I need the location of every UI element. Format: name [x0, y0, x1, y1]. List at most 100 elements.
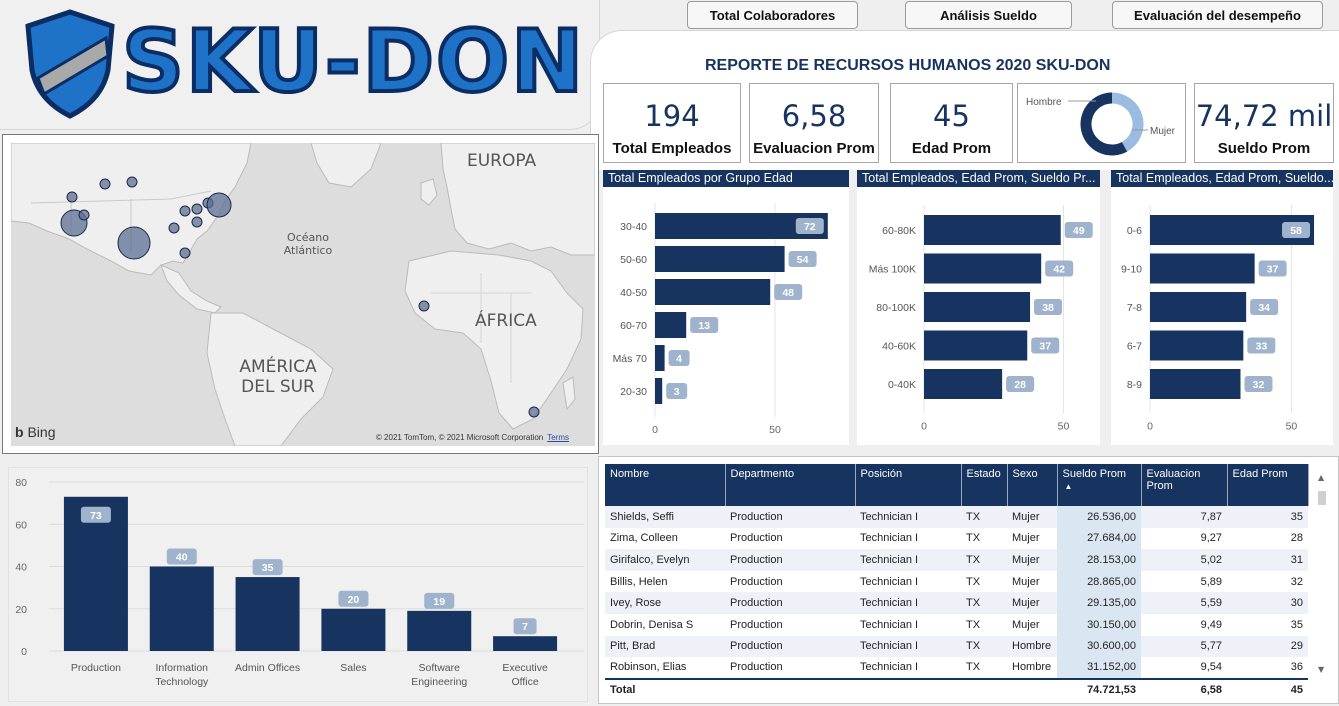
category-label: 80-100K [876, 302, 916, 314]
bing-logo: b Bing [15, 424, 55, 440]
table-cell: TX [961, 592, 1007, 614]
bar[interactable] [1150, 292, 1247, 322]
chart-edad-panel: Total Empleados por Grupo Edad 0 50 30-40 7… [603, 170, 849, 445]
bar[interactable] [1150, 330, 1244, 361]
table-cell: Technician I [855, 570, 961, 593]
column-header-nombre[interactable]: Nombre [605, 464, 726, 506]
total-cell: 6,58 [1141, 677, 1227, 701]
table-cell: Production [725, 527, 855, 550]
employee-table-panel: Nombre Departmento Posición Estado Sexo … [598, 456, 1339, 704]
table-row[interactable]: Girifalco, Evelyn Production Technician IT… [605, 549, 1308, 571]
total-cell [855, 677, 961, 701]
table-cell: Mujer [1007, 527, 1057, 550]
bar[interactable] [655, 279, 771, 305]
table-cell: 5,02 [1141, 549, 1227, 571]
map-label-oceano: Océano Atlántico [283, 231, 333, 257]
x-tick-label: 0 [652, 424, 658, 436]
y-tick-label: 60 [15, 519, 27, 531]
table-row[interactable]: Dobrin, Denisa S Production Technician I TX… [605, 613, 1308, 636]
nav-button-evaluacion-desempeno[interactable]: Evaluación del desempeño [1112, 1, 1323, 29]
x-tick-label: 0 [1147, 421, 1153, 433]
table-row[interactable]: Pitt, Brad Production Technician I TX Hombre… [605, 635, 1308, 658]
table-cell: 9,27 [1141, 527, 1227, 550]
bar[interactable] [655, 378, 663, 404]
map-terms-link[interactable]: Terms [547, 433, 569, 442]
kpi-edad-prom[interactable]: 45 Edad Prom [890, 83, 1013, 163]
kpi-evaluacion-prom[interactable]: 6,58 Evaluacion Prom [749, 83, 879, 163]
bar[interactable] [655, 345, 665, 371]
data-label: 73 [90, 510, 102, 522]
data-label: 32 [1253, 379, 1265, 391]
column-header-edad-prom[interactable]: Edad Prom [1227, 464, 1309, 506]
column-header-evaluacion-prom[interactable]: Evaluacion Prom [1141, 464, 1228, 506]
data-label: 38 [1042, 302, 1054, 314]
scroll-down-icon[interactable]: ▼ [1318, 665, 1324, 674]
table-cell: Production [725, 613, 855, 636]
table-cell: 27.684,00 [1057, 527, 1141, 550]
bar[interactable] [655, 246, 785, 272]
gender-donut-card[interactable]: Hombre Mujer [1017, 83, 1186, 163]
x-tick-label: 0 [921, 421, 927, 433]
table-scrollbar[interactable]: ▲ ▼ [1318, 473, 1326, 674]
bar[interactable] [924, 369, 1003, 399]
donut-slice [1080, 92, 1128, 156]
table-cell: Billis, Helen [605, 570, 725, 593]
column-header-posicion[interactable]: Posición [855, 464, 962, 506]
column-header-sueldo-prom[interactable]: Sueldo Prom ▲ [1057, 464, 1142, 506]
world-map[interactable]: EUROPA Océano Atlántico ÁFRICA AMÉRICA D… [11, 143, 595, 446]
chart-empleados-evaluacion[interactable]: 0 50 0-6 58 9-10 37 7-8 34 6-7 33 8-9 32 [1111, 187, 1333, 445]
table-cell: 26.536,00 [1057, 506, 1141, 528]
data-label: 72 [804, 221, 816, 233]
table-cell: Zima, Colleen [605, 527, 725, 550]
category-label: Information [155, 662, 208, 674]
bar[interactable] [924, 215, 1061, 245]
category-label: Executive [502, 662, 548, 674]
bar[interactable] [1150, 369, 1241, 399]
bar[interactable] [149, 566, 214, 652]
chart-empleados-grupo-edad[interactable]: 0 50 30-40 72 50-60 54 40-50 48 60-70 13 Más 70 4 20… [603, 187, 849, 445]
table-row[interactable]: Zima, Colleen Production Technician I TX Muj… [605, 527, 1308, 550]
chart-empleados-sueldo[interactable]: 0 50 60-80K 49 Más 100K 42 80-100K 38 40-60K 37 0-… [857, 187, 1100, 445]
bar[interactable] [407, 610, 472, 651]
bar[interactable] [1150, 253, 1255, 284]
kpi-total-empleados[interactable]: 194 Total Empleados [603, 83, 741, 163]
category-label: 60-70 [620, 320, 647, 332]
table-row[interactable]: Billis, Helen Production Technician I TX Muj… [605, 570, 1308, 593]
category-label: 30-40 [620, 221, 647, 233]
table-row[interactable]: Robinson, Elias Production Technician I TX H… [605, 657, 1308, 679]
chart-title: Total Empleados por Grupo Edad [603, 170, 849, 187]
bar[interactable] [924, 330, 1028, 361]
table-row[interactable]: Shields, Seffi Production Technician I TX Mu… [605, 506, 1308, 528]
column-header-departmento[interactable]: Departmento [725, 464, 856, 506]
shield-logo-icon [25, 9, 115, 119]
dashboard: SKU-DON Total Colaboradores Análisis Sue… [0, 0, 1339, 706]
bar[interactable] [655, 312, 687, 338]
table-cell: Technician I [855, 613, 961, 636]
legend-label-hombre: Hombre [1026, 97, 1062, 108]
bar[interactable] [321, 608, 386, 651]
kpi-sueldo-prom[interactable]: 74,72 mil Sueldo Prom [1194, 83, 1334, 163]
table-cell: Girifalco, Evelyn [605, 549, 725, 571]
scroll-thumb[interactable] [1318, 491, 1326, 505]
table-cell: Technician I [855, 549, 961, 571]
bar[interactable] [924, 253, 1042, 284]
table-cell: Production [725, 549, 855, 571]
scroll-up-icon[interactable]: ▲ [1318, 473, 1324, 482]
column-header-estado[interactable]: Estado [961, 464, 1008, 506]
bar[interactable] [493, 636, 558, 651]
total-cell [961, 677, 1007, 701]
map-label-europa: EUROPA [467, 151, 537, 171]
column-header-sexo[interactable]: Sexo [1007, 464, 1058, 506]
chart-empleados-departamento[interactable]: 0 20 40 60 80 73 Production 40 Information Techno… [9, 468, 589, 703]
category-label: 7-8 [1127, 302, 1142, 314]
table-row[interactable]: Ivey, Rose Production Technician I TX Mujer 2… [605, 592, 1308, 614]
employee-table: Nombre Departmento Posición Estado Sexo … [605, 464, 1309, 701]
nav-button-total-colaboradores[interactable]: Total Colaboradores [687, 1, 858, 29]
gender-donut-chart[interactable]: Hombre Mujer [1018, 84, 1187, 164]
nav-button-analisis-sueldo[interactable]: Análisis Sueldo [905, 1, 1072, 29]
bar[interactable] [924, 292, 1031, 322]
y-tick-label: 20 [15, 604, 27, 616]
kpi-value: 194 [644, 99, 700, 133]
data-label: 49 [1073, 225, 1085, 237]
bar[interactable] [235, 577, 300, 651]
